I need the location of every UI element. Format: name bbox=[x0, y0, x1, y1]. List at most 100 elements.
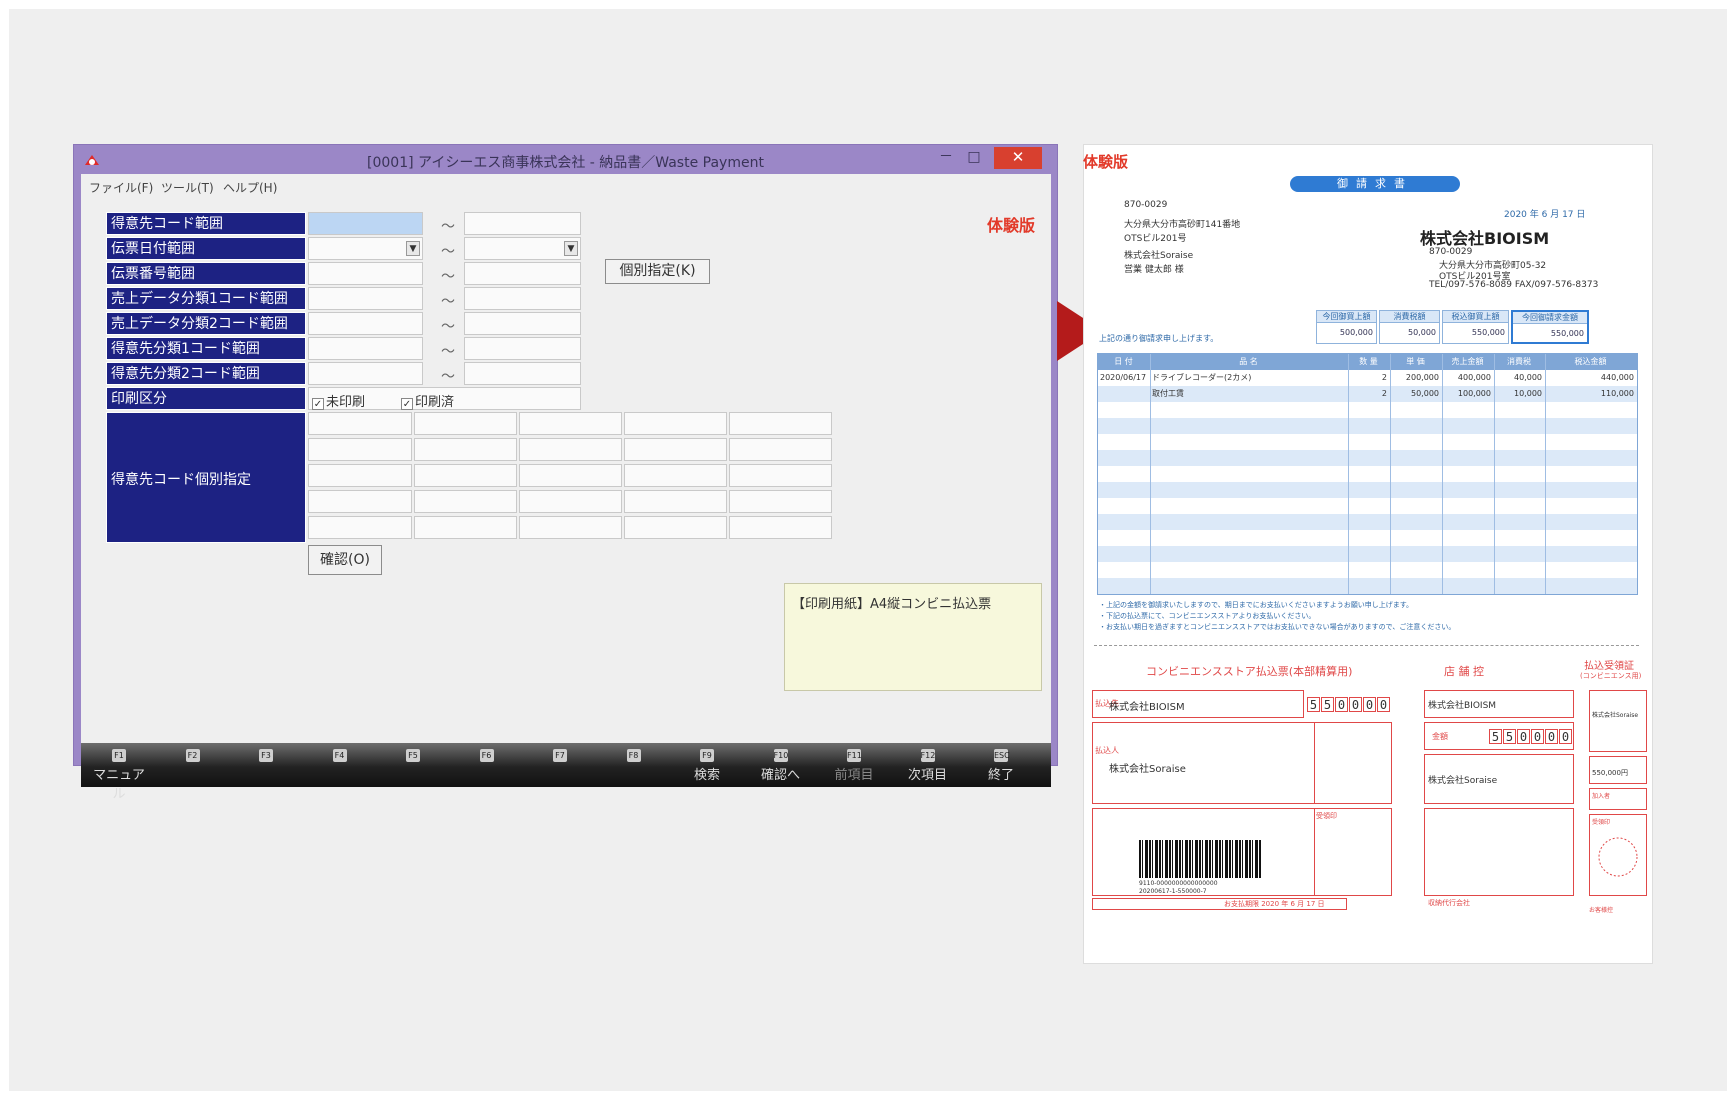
table-row bbox=[1098, 450, 1637, 466]
menu-tools[interactable]: ツール(T) bbox=[161, 179, 214, 196]
sales-class2-to-input[interactable] bbox=[464, 312, 581, 335]
fkey-f5[interactable]: F5 bbox=[383, 743, 443, 787]
slip-receipt-stamp-label: 受領印 bbox=[1316, 812, 1337, 820]
slip-store-copy: 店 舗 控 bbox=[1444, 665, 1484, 678]
slip-due-date: お支払期限 2020 年 6 月 17 日 bbox=[1224, 900, 1325, 908]
table-cell: 消費税 bbox=[1507, 357, 1531, 366]
slip-date-from-select[interactable]: ▼ bbox=[308, 237, 423, 260]
fkey-f3[interactable]: F3 bbox=[236, 743, 296, 787]
customer-code-cell[interactable] bbox=[519, 490, 622, 513]
customer-code-cell[interactable] bbox=[624, 438, 727, 461]
table-cell: 40,000 bbox=[1514, 373, 1542, 382]
customer-class1-from-input[interactable] bbox=[308, 337, 423, 360]
customer-code-from-input[interactable] bbox=[308, 212, 423, 235]
summary-value: 550,000 bbox=[1471, 328, 1505, 337]
table-row: 2020/06/17 ドライブレコーダー(2カメ) 2 200,000 400,000 4… bbox=[1098, 370, 1637, 386]
customer-code-cell[interactable] bbox=[729, 464, 832, 487]
cut-line bbox=[1094, 645, 1639, 646]
table-cell: 2020/06/17 bbox=[1100, 373, 1147, 382]
issuer-company: 株式会社BIOISM bbox=[1420, 229, 1550, 248]
recipient-company: 株式会社Soraise bbox=[1124, 251, 1194, 261]
customer-code-cell[interactable] bbox=[308, 438, 412, 461]
paper-note: 【印刷用紙】A4縦コンビニ払込票 bbox=[784, 583, 1042, 691]
label-customer-class2-range: 得意先分類2コード範囲 bbox=[106, 362, 306, 385]
fkey-f8[interactable]: F8 bbox=[604, 743, 664, 787]
customer-code-cell[interactable] bbox=[729, 438, 832, 461]
amount-digit: 0 bbox=[1531, 729, 1544, 744]
customer-class1-to-input[interactable] bbox=[464, 337, 581, 360]
customer-code-cell[interactable] bbox=[519, 464, 622, 487]
close-button[interactable]: ✕ bbox=[994, 147, 1042, 169]
customer-code-cell[interactable] bbox=[519, 412, 622, 435]
customer-code-cell[interactable] bbox=[308, 490, 412, 513]
customer-class2-from-input[interactable] bbox=[308, 362, 423, 385]
customer-code-cell[interactable] bbox=[308, 412, 412, 435]
stamp-circle-icon bbox=[1598, 837, 1638, 877]
customer-code-cell[interactable] bbox=[624, 464, 727, 487]
individual-select-button[interactable]: 個別指定(K) bbox=[605, 259, 710, 284]
customer-code-cell[interactable] bbox=[729, 412, 832, 435]
chevron-down-icon[interactable]: ▼ bbox=[406, 241, 420, 256]
maximize-button[interactable]: □ bbox=[961, 147, 987, 169]
invoice-preview: 御請求書 870-0029 大分県大分市高砂町141番地 OTSビル201号 株… bbox=[1083, 144, 1653, 964]
fkey-f10[interactable]: F10 確認へ bbox=[751, 743, 811, 787]
customer-code-cell[interactable] bbox=[414, 438, 517, 461]
slip-number-to-input[interactable] bbox=[464, 262, 581, 285]
fkey-f11[interactable]: F11 前項目 bbox=[824, 743, 884, 787]
customer-code-cell[interactable] bbox=[414, 516, 517, 539]
menu-help[interactable]: ヘルプ(H) bbox=[223, 179, 277, 196]
customer-code-cell[interactable] bbox=[519, 516, 622, 539]
invoice-date: 2020 年 6 月 17 日 bbox=[1504, 210, 1586, 220]
summary-box: 消費税額 50,000 bbox=[1379, 310, 1440, 344]
summary-box: 今回御請求金額 550,000 bbox=[1511, 310, 1589, 344]
sales-class1-from-input[interactable] bbox=[308, 287, 423, 310]
customer-class2-to-input[interactable] bbox=[464, 362, 581, 385]
sales-class2-from-input[interactable] bbox=[308, 312, 423, 335]
customer-code-cell[interactable] bbox=[729, 516, 832, 539]
slip-date-to-select[interactable]: ▼ bbox=[464, 237, 581, 260]
customer-code-to-input[interactable] bbox=[464, 212, 581, 235]
chevron-down-icon[interactable]: ▼ bbox=[564, 241, 578, 256]
label-individual-customer-codes: 得意先コード個別指定 bbox=[106, 412, 306, 543]
fkey-esc[interactable]: ESC 終了 bbox=[971, 743, 1031, 787]
fkey-f1[interactable]: F1 マニュアル bbox=[89, 743, 149, 802]
store-copy-payee-name: 株式会社BIOISM bbox=[1428, 701, 1497, 711]
fkey-f2[interactable]: F2 bbox=[163, 743, 223, 787]
function-key-icon: F7 bbox=[553, 749, 567, 762]
printed-label: 印刷済 bbox=[415, 395, 455, 410]
fkey-f6[interactable]: F6 bbox=[457, 743, 517, 787]
customer-code-cell[interactable] bbox=[308, 516, 412, 539]
customer-code-cell[interactable] bbox=[519, 438, 622, 461]
table-row bbox=[1098, 546, 1637, 562]
customer-code-cell[interactable] bbox=[729, 490, 832, 513]
slip-number-from-input[interactable] bbox=[308, 262, 423, 285]
printed-checkbox[interactable]: ✓ 印刷済 bbox=[401, 391, 454, 410]
preview-trial-label: 体験版 bbox=[1083, 153, 1129, 171]
fkey-f9[interactable]: F9 検索 bbox=[677, 743, 737, 787]
customer-code-cell[interactable] bbox=[624, 490, 727, 513]
sales-class1-to-input[interactable] bbox=[464, 287, 581, 310]
unprinted-checkbox[interactable]: ✓ 未印刷 bbox=[312, 391, 365, 410]
fkey-label: 検索 bbox=[693, 768, 720, 783]
table-cell: 数 量 bbox=[1359, 357, 1378, 366]
range-separator: ～ bbox=[441, 344, 455, 360]
invoice-note: ・下記の払込票にて、コンビニエンスストアよりお支払いください。 bbox=[1099, 612, 1316, 620]
fkey-f4[interactable]: F4 bbox=[310, 743, 370, 787]
table-row bbox=[1098, 466, 1637, 482]
menu-file[interactable]: ファイル(F) bbox=[89, 179, 153, 196]
receipt-amount: 550,000円 bbox=[1592, 769, 1628, 777]
minimize-button[interactable]: － bbox=[933, 147, 959, 169]
confirm-button[interactable]: 確認(O) bbox=[308, 545, 382, 575]
customer-code-cell[interactable] bbox=[414, 490, 517, 513]
customer-code-cell[interactable] bbox=[624, 516, 727, 539]
customer-code-cell[interactable] bbox=[414, 464, 517, 487]
fkey-f7[interactable]: F7 bbox=[530, 743, 590, 787]
customer-code-cell[interactable] bbox=[414, 412, 517, 435]
label-sales-class2-range: 売上データ分類2コード範囲 bbox=[106, 312, 306, 335]
fkey-f12[interactable]: F12 次項目 bbox=[898, 743, 958, 787]
customer-code-cell[interactable] bbox=[624, 412, 727, 435]
table-row bbox=[1098, 498, 1637, 514]
slip-payer-label: 払込人 bbox=[1095, 746, 1119, 755]
form-area: 体験版 得意先コード範囲 ～ 伝票日付範囲 ▼ ～ ▼ 伝票番号範囲 ～ 個別指… bbox=[81, 198, 1051, 743]
customer-code-cell[interactable] bbox=[308, 464, 412, 487]
